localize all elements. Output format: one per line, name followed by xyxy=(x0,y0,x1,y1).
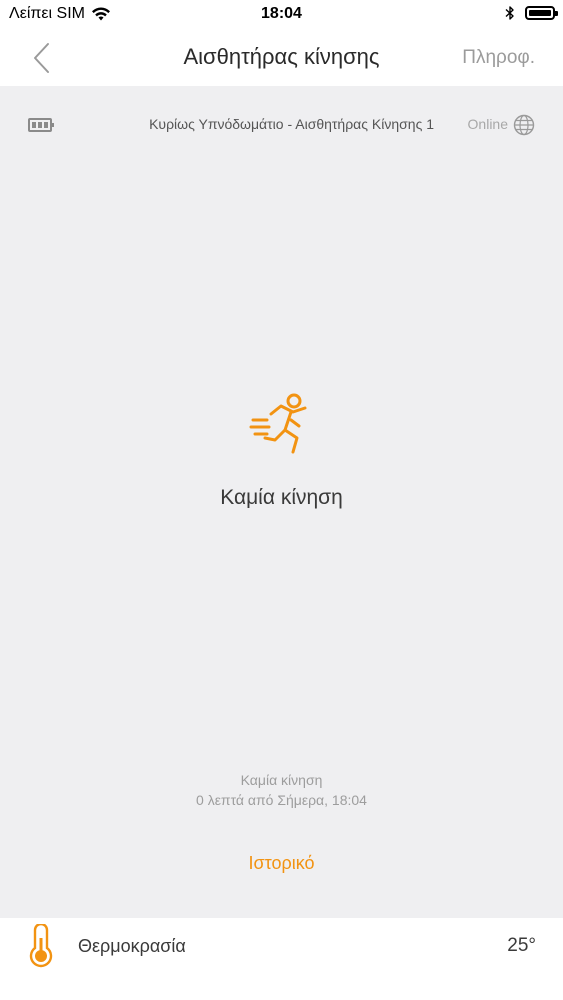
battery-icon xyxy=(525,6,558,20)
temperature-value: 25° xyxy=(507,935,536,956)
device-name: Κυρίως Υπνόδωμάτιο - Αισθητήρας Κίνησης … xyxy=(149,116,434,132)
status-bar: Λείπει SIM 18:04 xyxy=(0,0,563,30)
last-event-info: Καμία κίνηση 0 λεπτά από Σήμερα, 18:04 xyxy=(0,770,563,810)
motion-state-label: Καμία κίνηση xyxy=(220,486,343,509)
thermometer-icon xyxy=(29,924,53,968)
running-person-icon xyxy=(249,393,307,454)
device-info-row: Κυρίως Υπνόδωμάτιο - Αισθητήρας Κίνησης … xyxy=(0,114,563,136)
status-time: 18:04 xyxy=(261,5,302,22)
last-event-time: 0 λεπτά από Σήμερα, 18:04 xyxy=(196,792,367,808)
bluetooth-icon xyxy=(505,6,514,20)
device-battery-icon xyxy=(28,118,54,132)
temperature-row[interactable]: Θερμοκρασία 25° xyxy=(0,918,563,974)
device-status: Online xyxy=(467,116,508,132)
sensor-panel: Κυρίως Υπνόδωμάτιο - Αισθητήρας Κίνησης … xyxy=(0,86,563,918)
history-button[interactable]: Ιστορικό xyxy=(0,853,563,874)
temperature-label: Θερμοκρασία xyxy=(78,936,186,956)
info-button[interactable]: Πληροφ. xyxy=(462,47,535,69)
navigation-bar: Αισθητήρας κίνησης Πληροφ. xyxy=(0,30,563,86)
last-event-title: Καμία κίνηση xyxy=(240,772,323,788)
status-bar-right xyxy=(505,5,558,21)
globe-icon xyxy=(513,114,535,136)
